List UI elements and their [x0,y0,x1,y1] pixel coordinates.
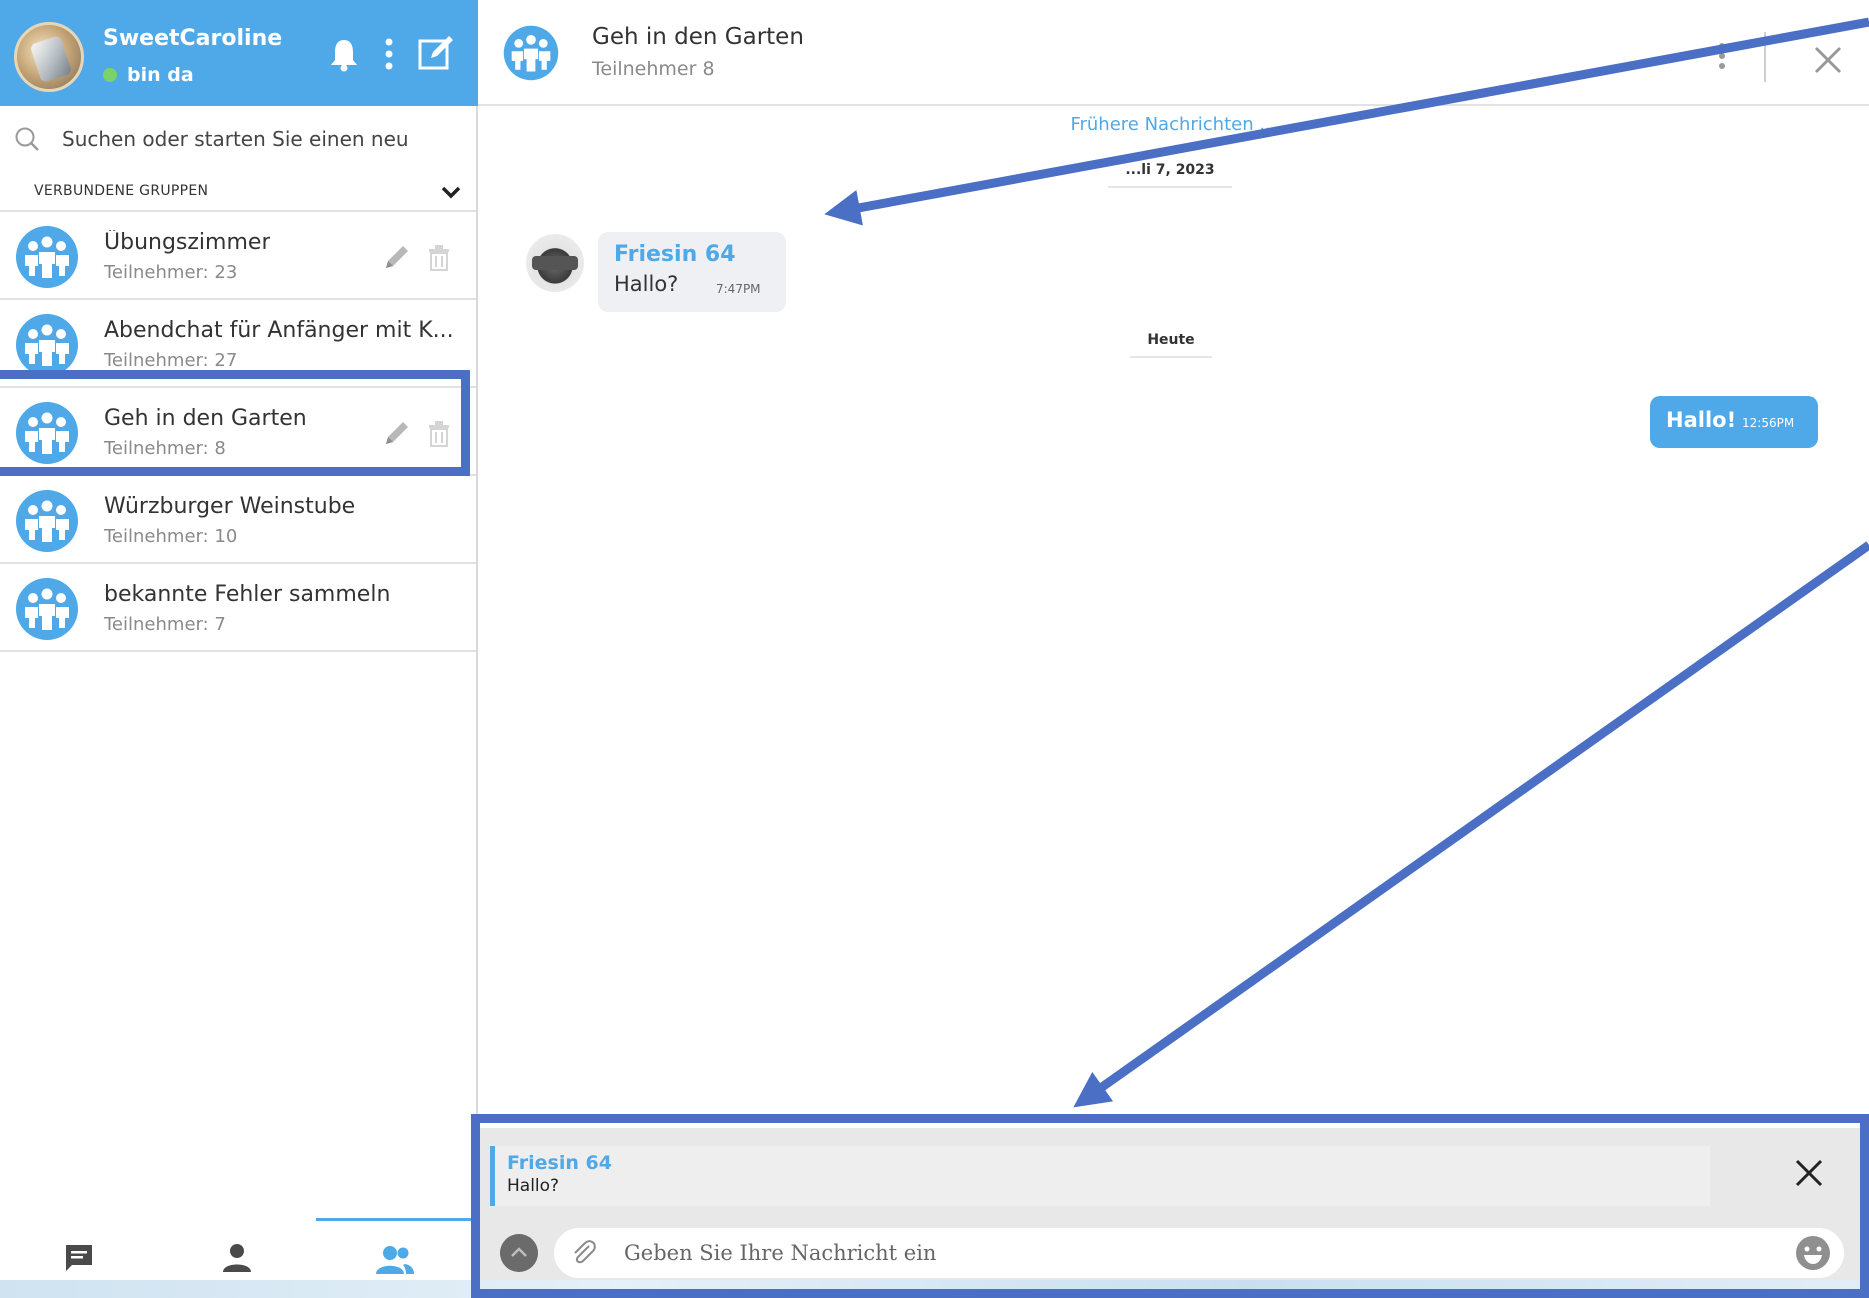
group-member-count: Teilnehmer: 27 [104,350,238,371]
message-time: 12:56PM [1742,416,1795,430]
trash-icon[interactable] [426,420,452,448]
group-icon [376,1245,414,1274]
group-item-uebungszimmer[interactable]: Übungszimmer Teilnehmer: 23 [0,212,476,300]
group-avatar-icon [16,314,78,376]
chat-header: Geh in den Garten Teilnehmer 8 [478,0,1869,106]
sidebar: SweetCaroline bin da VERBUNDENE GRUPPEN [0,0,478,1298]
group-name: Geh in den Garten [104,406,307,431]
group-name: Übungszimmer [104,230,271,255]
chevron-up-icon[interactable] [500,1234,538,1272]
reply-preview[interactable]: Friesin 64 Hallo? [490,1146,1710,1206]
background-strip [0,1280,1869,1298]
incoming-message[interactable]: Friesin 64 Hallo? 7:47PM [598,232,786,312]
my-username[interactable]: SweetCaroline [103,26,282,51]
pencil-icon[interactable] [382,244,410,272]
group-avatar-icon [16,490,78,552]
more-options-icon[interactable] [385,38,393,70]
search-bar [0,106,476,172]
groups-section-header[interactable]: VERBUNDENE GRUPPEN [0,172,476,212]
outgoing-message[interactable]: Hallo! 12:56PM [1650,396,1818,448]
message-time: 7:47PM [716,282,761,296]
group-avatar-icon [16,226,78,288]
bell-icon[interactable] [330,38,358,72]
sender-avatar[interactable] [526,234,584,292]
group-list: Übungszimmer Teilnehmer: 23 Abendchat fü… [0,212,476,652]
message-text: Hallo! [1666,408,1737,432]
compose-icon[interactable] [417,36,453,72]
group-avatar-icon [16,402,78,464]
chat-member-count: Teilnehmer 8 [592,58,715,80]
chat-title[interactable]: Geh in den Garten [592,24,804,50]
my-avatar[interactable] [14,22,84,92]
date-separator: ...li 7, 2023 [1108,162,1232,188]
reply-sender: Friesin 64 [507,1152,612,1174]
group-avatar-icon [503,25,559,81]
composer-row [478,1226,1869,1280]
group-member-count: Teilnehmer: 8 [104,438,226,459]
group-avatar-icon [16,578,78,640]
search-input[interactable] [62,127,462,151]
profile-header: SweetCaroline bin da [0,0,478,106]
online-status-dot [103,68,117,82]
message-field [554,1228,1844,1278]
group-name: Würzburger Weinstube [104,494,356,519]
close-icon[interactable] [1792,1156,1826,1190]
status-label: bin da [127,64,194,86]
date-separator: Heute [1130,332,1212,358]
composer-area: Friesin 64 Hallo? [478,1128,1869,1280]
header-divider [1764,32,1766,82]
search-icon [15,127,39,151]
message-input[interactable] [624,1238,1724,1268]
close-icon[interactable] [1812,44,1844,76]
group-member-count: Teilnehmer: 7 [104,614,226,635]
load-older-messages-link[interactable]: Frühere Nachrichten ... [478,114,1869,135]
chat-panel: Geh in den Garten Teilnehmer 8 Frühere N… [478,0,1869,1280]
more-options-icon[interactable] [1718,42,1726,70]
my-status[interactable]: bin da [103,64,194,86]
pencil-icon[interactable] [382,420,410,448]
trash-icon[interactable] [426,244,452,272]
group-member-count: Teilnehmer: 23 [104,262,238,283]
group-name: bekannte Fehler sammeln [104,582,391,607]
paperclip-icon[interactable] [568,1238,598,1268]
group-name: Abendchat für Anfänger mit K... [104,318,454,343]
message-sender[interactable]: Friesin 64 [614,242,736,267]
group-item-geh-in-den-garten[interactable]: Geh in den Garten Teilnehmer: 8 [0,388,476,476]
message-text: Hallo? [614,272,679,296]
group-item-wuerzburger-weinstube[interactable]: Würzburger Weinstube Teilnehmer: 10 [0,476,476,564]
group-item-abendchat[interactable]: Abendchat für Anfänger mit K... Teilnehm… [0,300,476,388]
emoji-icon[interactable] [1794,1234,1832,1272]
groups-section-label: VERBUNDENE GRUPPEN [34,183,209,199]
chevron-down-icon[interactable] [440,182,462,202]
chat-bubble-icon [66,1245,92,1271]
group-member-count: Teilnehmer: 10 [104,526,238,547]
reply-text: Hallo? [507,1176,560,1196]
group-item-bekannte-fehler[interactable]: bekannte Fehler sammeln Teilnehmer: 7 [0,564,476,652]
person-icon [223,1244,251,1272]
